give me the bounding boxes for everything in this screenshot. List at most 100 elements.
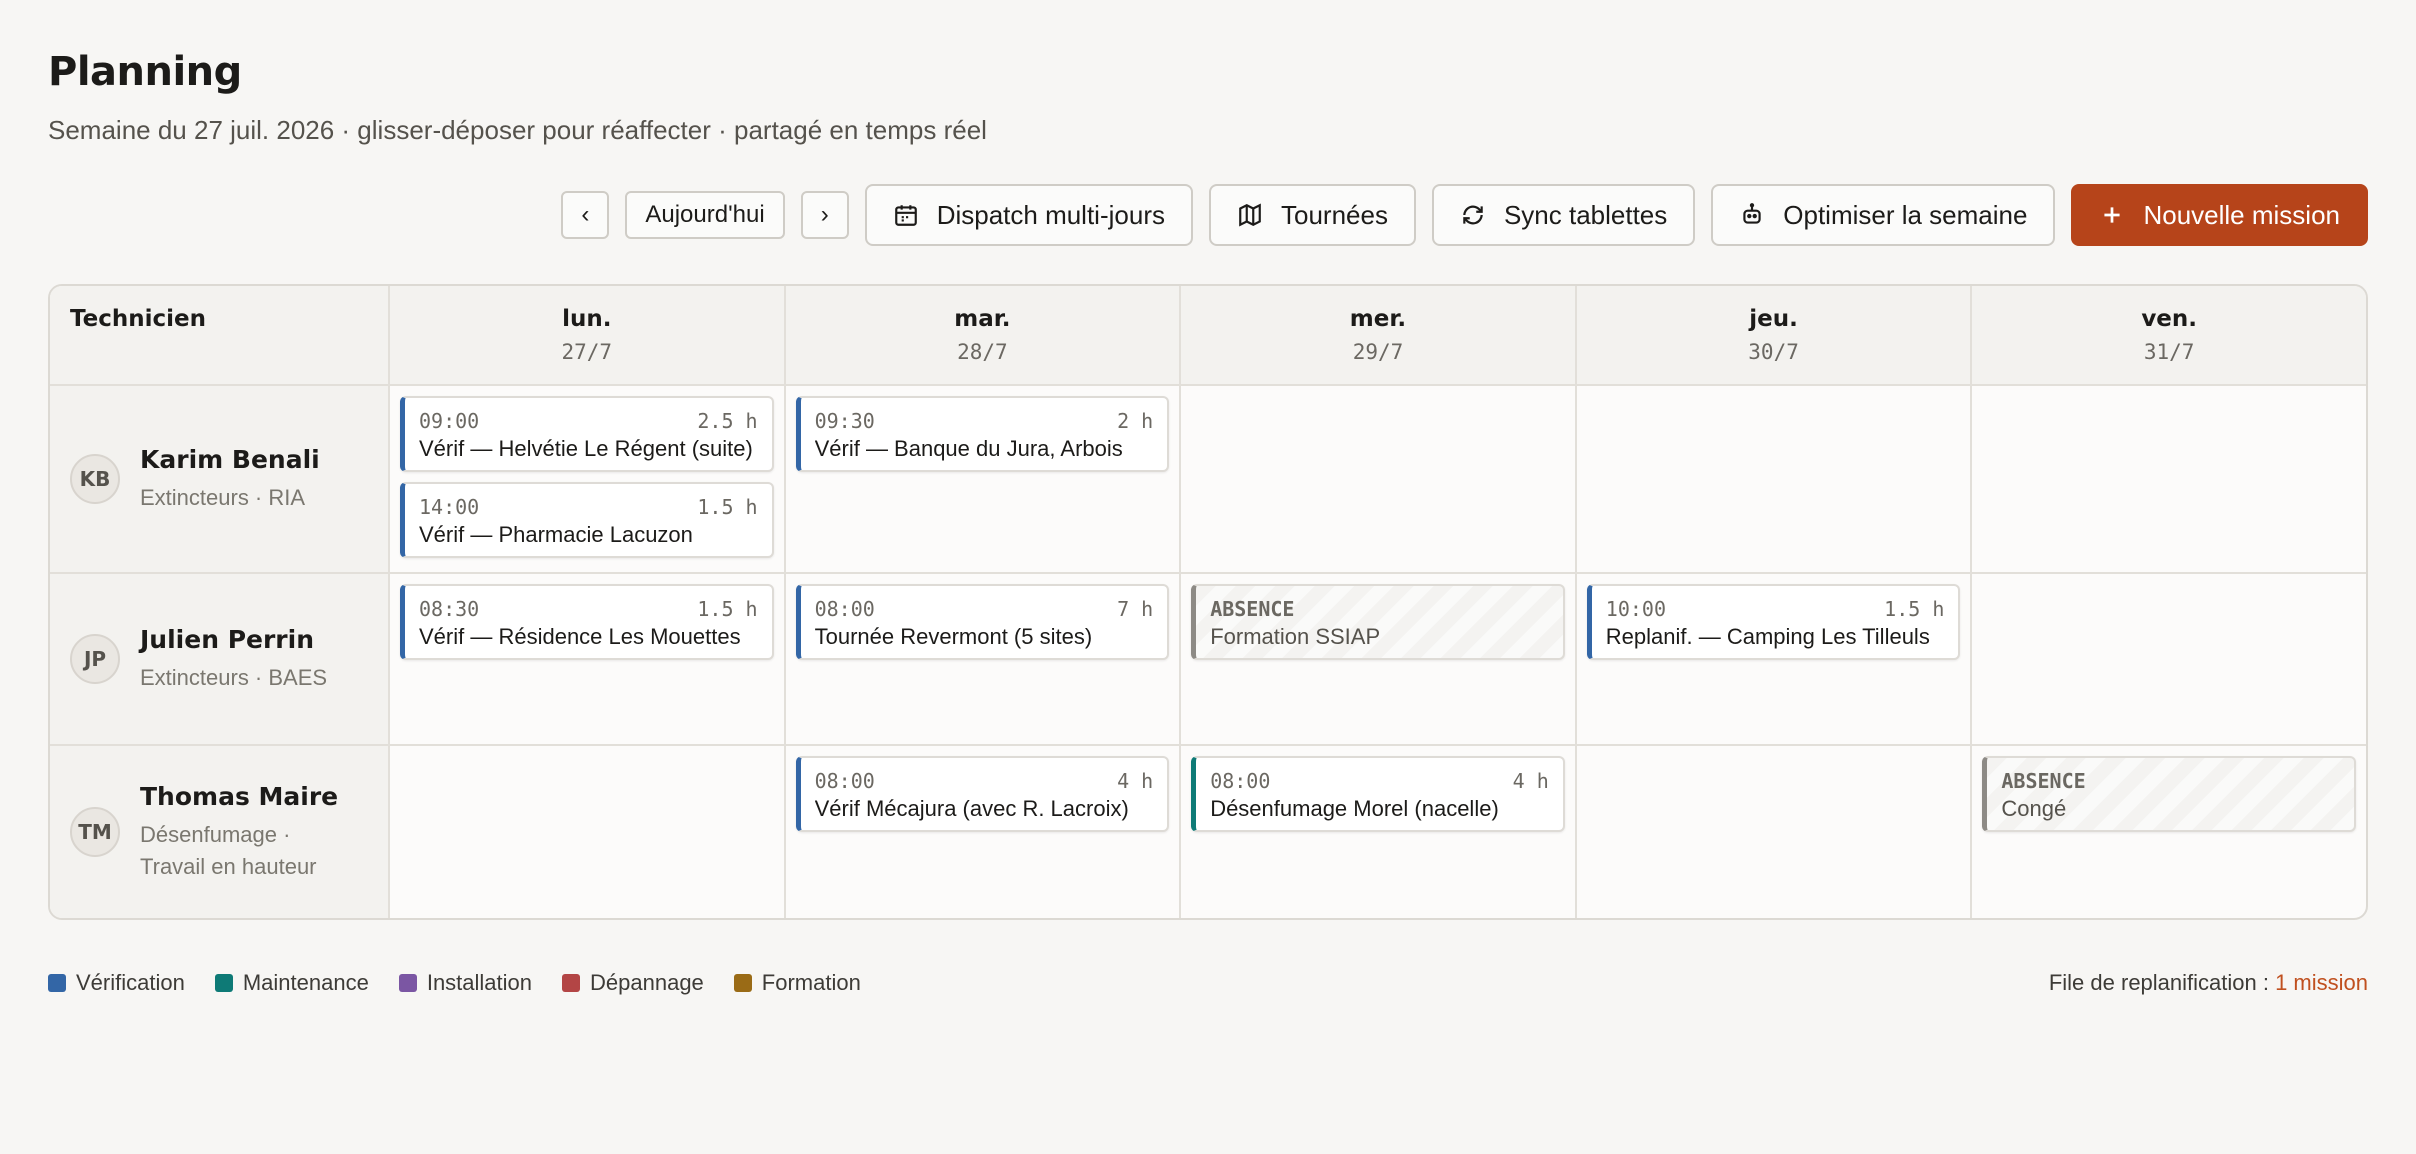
day-cell[interactable] xyxy=(1970,386,2366,572)
technician-skills: Désenfumage · Travail en hauteur xyxy=(140,821,317,879)
mission-card[interactable]: 08:00 7 h Tournée Revermont (5 sites) xyxy=(795,584,1170,660)
day-header-fri: ven. 31/7 xyxy=(1970,286,2366,384)
mission-time: 08:00 xyxy=(814,597,875,621)
tours-label: Tournées xyxy=(1280,199,1388,230)
day-header-wed: mer. 29/7 xyxy=(1179,286,1575,384)
tours-button[interactable]: Tournées xyxy=(1208,184,1416,246)
calendar-icon xyxy=(894,205,917,226)
technician-name: Julien Perrin xyxy=(140,624,314,654)
absence-tag: ABSENCE xyxy=(1210,597,1295,621)
optimize-label: Optimiser la semaine xyxy=(1783,199,2028,230)
legend-label: Installation xyxy=(426,970,533,995)
replanning-queue-link[interactable]: 1 mission xyxy=(2275,970,2368,995)
mission-duration: 1.5 h xyxy=(1884,597,1945,621)
technician-row: TM Thomas Maire Désenfumage · Travail en… xyxy=(50,746,2366,918)
mission-card[interactable]: 08:30 1.5 h Vérif — Résidence Les Mouette… xyxy=(400,584,774,660)
new-mission-label: Nouvelle mission xyxy=(2143,199,2340,230)
mission-card[interactable]: 14:00 1.5 h Vérif — Pharmacie Lacuzon xyxy=(400,482,774,558)
day-cell[interactable] xyxy=(388,746,784,918)
day-name: lun. xyxy=(562,306,612,332)
page-title: Planning xyxy=(48,49,242,95)
mission-duration: 7 h xyxy=(1117,597,1154,621)
day-cell[interactable]: 08:00 4 h Vérif Mécajura (avec R. Lacroix… xyxy=(783,746,1180,918)
mission-duration: 4 h xyxy=(1117,769,1154,793)
mission-duration: 1.5 h xyxy=(697,597,758,621)
grid-header-row: Technicien lun. 27/7 mar. 28/7 mer. 29/7… xyxy=(50,286,2366,386)
plus-icon xyxy=(2104,207,2121,223)
legend-item-formation: Formation xyxy=(733,970,861,996)
legend-item-maintenance: Maintenance xyxy=(214,970,369,996)
mission-time: 10:00 xyxy=(1605,597,1666,621)
sync-tablets-button[interactable]: Sync tablettes xyxy=(1431,184,1696,246)
day-cell[interactable]: ABSENCE Congé xyxy=(1970,746,2366,918)
legend-item-verification: Vérification xyxy=(48,970,185,996)
legend-item-installation: Installation xyxy=(398,970,533,996)
previous-week-button[interactable]: ‹ xyxy=(561,191,610,239)
day-cell[interactable]: 09:00 2.5 h Vérif — Helvétie Le Régent (s… xyxy=(388,386,784,572)
mission-card[interactable]: 10:00 1.5 h Replanif. — Camping Les Tille… xyxy=(1586,584,1961,660)
replanning-queue: File de replanification : 1 mission xyxy=(2049,970,2368,996)
day-cell[interactable] xyxy=(1574,746,1971,918)
day-cell[interactable]: 08:00 4 h Désenfumage Morel (nacelle) xyxy=(1179,746,1575,918)
day-date: 31/7 xyxy=(2143,340,2195,364)
robot-icon xyxy=(1743,203,1761,224)
technician-row: JP Julien Perrin Extincteurs · BAES 08:3… xyxy=(50,574,2366,746)
technician-name: Karim Benali xyxy=(140,444,320,474)
mission-card[interactable]: 09:30 2 h Vérif — Banque du Jura, Arbois xyxy=(795,396,1170,472)
day-header-tue: mar. 28/7 xyxy=(783,286,1180,384)
absence-title: Congé xyxy=(2001,796,2067,821)
mission-title: Vérif — Résidence Les Mouettes xyxy=(419,624,741,649)
legend-swatch xyxy=(48,974,66,992)
legend-swatch xyxy=(733,974,752,992)
legend-swatch xyxy=(562,974,581,992)
technician-cell: JP Julien Perrin Extincteurs · BAES xyxy=(50,574,388,744)
mission-card[interactable]: 08:00 4 h Désenfumage Morel (nacelle) xyxy=(1191,756,1565,832)
technician-cell: KB Karim Benali Extincteurs · RIA xyxy=(50,386,388,572)
day-cell[interactable]: 08:00 7 h Tournée Revermont (5 sites) xyxy=(783,574,1180,744)
planning-page: Planning Semaine du 27 juil. 2026 · glis… xyxy=(48,46,2368,996)
technician-column-header: Technicien xyxy=(50,286,388,384)
day-name: mar. xyxy=(954,306,1011,332)
day-date: 29/7 xyxy=(1352,340,1404,364)
mission-card[interactable]: 09:00 2.5 h Vérif — Helvétie Le Régent (s… xyxy=(400,396,774,472)
today-button[interactable]: Aujourd'hui xyxy=(625,191,785,239)
dispatch-multi-day-button[interactable]: Dispatch multi-jours xyxy=(864,184,1193,246)
mission-time: 08:00 xyxy=(1210,769,1271,793)
mission-duration: 2.5 h xyxy=(697,409,758,433)
day-cell[interactable] xyxy=(1574,386,1971,572)
next-week-button[interactable]: › xyxy=(800,191,849,239)
day-name: jeu. xyxy=(1749,306,1798,332)
day-cell[interactable]: ABSENCE Formation SSIAP xyxy=(1179,574,1575,744)
day-cell[interactable]: 10:00 1.5 h Replanif. — Camping Les Tille… xyxy=(1574,574,1971,744)
sync-label: Sync tablettes xyxy=(1503,199,1668,230)
new-mission-button[interactable]: Nouvelle mission xyxy=(2071,184,2368,246)
day-name: mer. xyxy=(1349,306,1407,332)
refresh-icon xyxy=(1463,205,1483,225)
technician-cell: TM Thomas Maire Désenfumage · Travail en… xyxy=(50,746,388,918)
day-cell[interactable] xyxy=(1179,386,1575,572)
legend-swatch xyxy=(398,974,417,992)
absence-card[interactable]: ABSENCE Formation SSIAP xyxy=(1191,584,1565,660)
legend-label: Vérification xyxy=(76,970,185,995)
optimize-week-button[interactable]: Optimiser la semaine xyxy=(1711,184,2056,246)
footer: Vérification Maintenance Installation Dé… xyxy=(48,970,2368,996)
mission-card[interactable]: 08:00 4 h Vérif Mécajura (avec R. Lacroix… xyxy=(795,756,1170,832)
mission-time: 09:30 xyxy=(814,409,875,433)
absence-title: Formation SSIAP xyxy=(1210,624,1381,649)
legend-swatch xyxy=(214,974,233,992)
absence-card[interactable]: ABSENCE Congé xyxy=(1982,756,2356,832)
legend: Vérification Maintenance Installation Dé… xyxy=(48,970,861,996)
page-subtitle: Semaine du 27 juil. 2026 · glisser-dépos… xyxy=(48,115,987,145)
replanning-queue-label: File de replanification : xyxy=(2048,970,2276,995)
day-header-thu: jeu. 30/7 xyxy=(1574,286,1971,384)
day-header-mon: lun. 27/7 xyxy=(388,286,784,384)
day-cell[interactable] xyxy=(1970,574,2366,744)
mission-title: Désenfumage Morel (nacelle) xyxy=(1210,796,1499,821)
planning-grid: Technicien lun. 27/7 mar. 28/7 mer. 29/7… xyxy=(48,284,2368,920)
day-name: ven. xyxy=(2141,306,2198,332)
mission-title: Vérif — Banque du Jura, Arbois xyxy=(814,436,1123,461)
legend-label: Maintenance xyxy=(242,970,369,995)
day-cell[interactable]: 08:30 1.5 h Vérif — Résidence Les Mouette… xyxy=(388,574,784,744)
day-cell[interactable]: 09:30 2 h Vérif — Banque du Jura, Arbois xyxy=(783,386,1180,572)
mission-time: 09:00 xyxy=(419,409,480,433)
